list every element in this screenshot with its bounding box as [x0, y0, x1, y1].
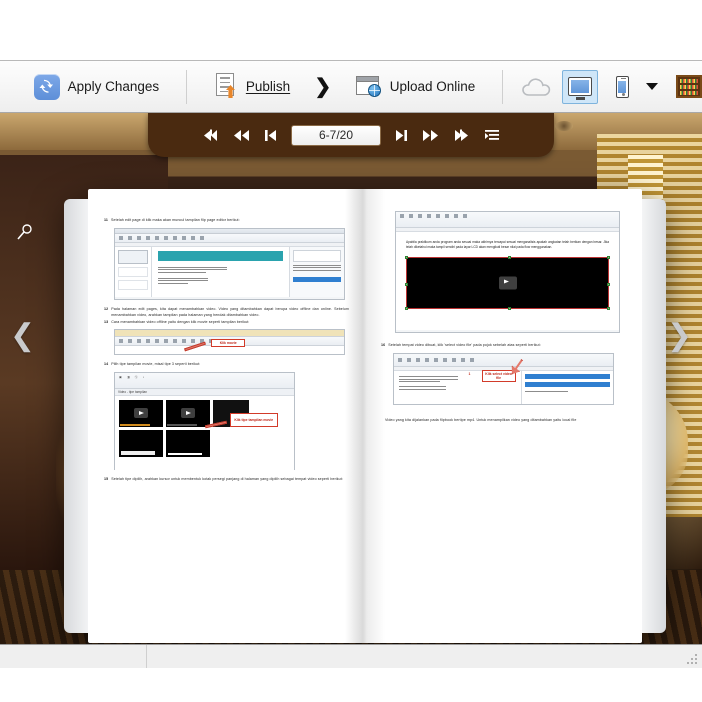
page-edge-left [64, 199, 90, 633]
toolbar-divider-2 [502, 70, 503, 104]
book-page-right[interactable]: Apabila praktikum anda program anda sesu… [365, 189, 642, 643]
selection-handles [405, 256, 610, 310]
magnifier-cursor [16, 223, 34, 241]
gallery-title: Video - tipe tampilan [115, 389, 294, 396]
embedded-screenshot-movie-gallery: ▣◨ Ⓥ♪ Video - tipe tampilan [114, 372, 295, 470]
step-right-icon [395, 128, 408, 143]
list-item: 12 Pada halaman edit pages, kita dapat m… [104, 306, 349, 319]
previous-page-button[interactable] [264, 128, 277, 143]
embedded-screenshot-movie-ribbon: Klik movie [114, 329, 345, 355]
bookshelf-icon[interactable] [676, 75, 702, 98]
list-item: 16 Setelah tempat video dibuat, klik 'se… [381, 342, 626, 349]
window-bottom-blank-area [0, 668, 702, 702]
caret-down-icon[interactable] [646, 83, 658, 90]
callout-step-number: 1 [468, 372, 470, 376]
list-item: 14 Pilih tipe tampilan movie, misal tipe… [104, 361, 349, 368]
previous-spread-arrow[interactable]: ❮ [10, 318, 35, 353]
book-page-left[interactable]: 11 Setelah edit page di klik maka akan m… [88, 189, 365, 643]
list-item: 11 Setelah edit page di klik maka akan m… [104, 217, 349, 224]
monitor-icon [568, 77, 592, 96]
apply-changes-label: Apply Changes [68, 79, 160, 94]
status-bar-divider [146, 645, 147, 669]
screenshot-paragraph: Apabila praktikum anda program anda sesu… [406, 240, 609, 250]
fast-forward-button[interactable] [422, 128, 439, 143]
page-navigation-bar: 6-7/20 [0, 113, 702, 159]
last-page-button[interactable] [453, 128, 470, 143]
flipbook-stage: 6-7/20 [0, 113, 702, 644]
toolbar-divider-1 [186, 70, 187, 104]
book-center-fold [345, 189, 385, 643]
refresh-icon [34, 74, 60, 100]
embedded-screenshot-video-placed: Apabila praktikum anda program anda sesu… [395, 211, 620, 333]
list-item: 13 Cara menambahkan video offline yaitu … [104, 319, 349, 326]
skip-back-icon [202, 128, 219, 143]
document-upload-icon [214, 73, 238, 100]
page-paragraph: Video yang kita dijalankan pada flipbook… [381, 417, 626, 424]
rewind-button[interactable] [233, 128, 250, 143]
table-of-contents-button[interactable] [484, 128, 500, 143]
phone-icon [616, 76, 629, 98]
publish-label: Publish [246, 79, 290, 94]
flipbook-app-window: Apply Changes Publish ❯ Upload Online [0, 0, 702, 702]
publish-button[interactable]: Publish [204, 61, 300, 113]
apply-changes-button[interactable]: Apply Changes [24, 61, 170, 113]
next-page-button[interactable] [395, 128, 408, 143]
page-edge-right [642, 199, 666, 633]
page-indicator-input[interactable]: 6-7/20 [291, 125, 381, 146]
upload-online-label: Upload Online [390, 79, 476, 94]
flipbook-spread: 11 Setelah edit page di klik maka akan m… [64, 189, 666, 643]
skip-forward-icon [453, 128, 470, 143]
next-spread-arrow[interactable]: ❯ [667, 318, 692, 353]
callout-klik-select-video-file: Klik select video file [482, 370, 516, 382]
mobile-preview-button[interactable] [604, 70, 640, 104]
callout-klik-movie: Klik movie [211, 339, 245, 347]
upload-online-button[interactable]: Upload Online [346, 61, 486, 113]
toolbar-next-chevron[interactable]: ❯ [315, 77, 332, 97]
first-page-button[interactable] [202, 128, 219, 143]
desktop-preview-button[interactable] [562, 70, 598, 104]
window-top-blank-area [0, 0, 702, 61]
list-icon [484, 128, 500, 143]
device-preview-group [520, 70, 702, 104]
browser-globe-icon [356, 75, 382, 99]
double-right-icon [422, 128, 439, 143]
double-left-icon [233, 128, 250, 143]
main-toolbar: Apply Changes Publish ❯ Upload Online [0, 61, 702, 113]
callout-klik-tipe-tampilan-movie: Klik tipe tampilan movie [230, 413, 278, 427]
embedded-screenshot-select-video: Klik select video file 1 [393, 353, 614, 405]
embedded-screenshot-editor [114, 228, 345, 300]
step-left-icon [264, 128, 277, 143]
cloud-icon [521, 77, 555, 97]
resize-grip-icon[interactable] [687, 654, 699, 666]
cloud-preview-button[interactable] [520, 70, 556, 104]
status-bar [0, 644, 702, 668]
list-item: 15 Setelah tipe dipilih, arahkan kursor … [104, 476, 349, 483]
